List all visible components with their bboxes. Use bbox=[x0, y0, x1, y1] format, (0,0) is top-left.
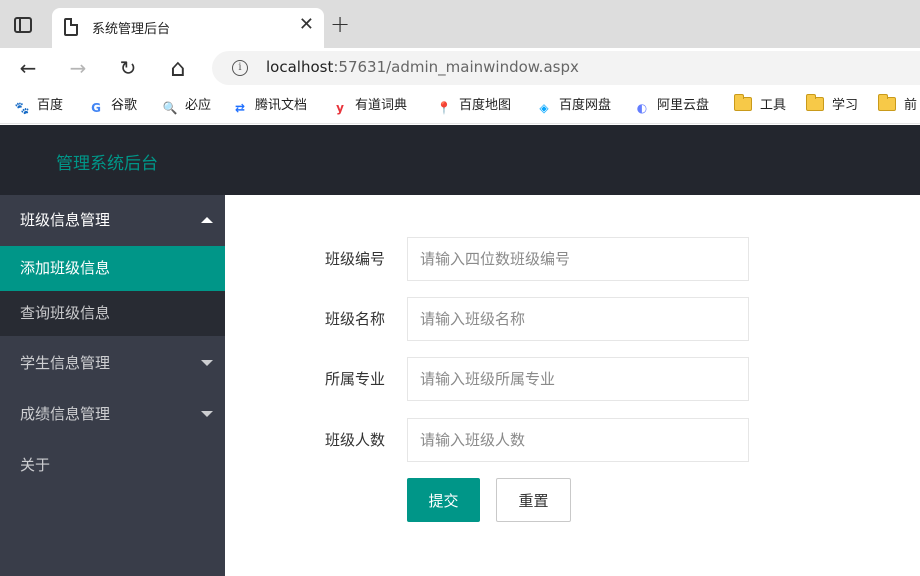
class-name-input[interactable] bbox=[407, 297, 749, 341]
bookmark-label: 阿里云盘 bbox=[657, 98, 710, 113]
page-icon bbox=[64, 18, 78, 36]
bookmark-item[interactable]: ◐ 阿里云盘 bbox=[634, 96, 709, 116]
google-icon: G bbox=[91, 101, 101, 115]
app-title: 管理系统后台 bbox=[56, 154, 158, 174]
bookmark-item[interactable]: G 谷歌 bbox=[88, 96, 137, 116]
form-row-class-size: 班级人数 bbox=[225, 418, 920, 462]
class-id-input[interactable] bbox=[407, 237, 749, 281]
bookmark-label: 谷歌 bbox=[111, 98, 138, 113]
bookmark-label: 百度 bbox=[37, 98, 64, 113]
tencent-docs-icon: ⇄ bbox=[234, 101, 246, 115]
sidebar-item-label: 成绩信息管理 bbox=[20, 405, 111, 423]
app-header: 管理系统后台 bbox=[0, 125, 920, 195]
tab-title: 系统管理后台 bbox=[92, 22, 171, 37]
forward-icon[interactable]: → bbox=[64, 54, 92, 82]
chevron-up-icon bbox=[201, 217, 213, 223]
bookmark-label: 工具 bbox=[760, 98, 787, 113]
bookmark-item[interactable]: 🐾 百度 bbox=[14, 96, 64, 116]
sidebar-item-label: 班级信息管理 bbox=[20, 211, 111, 229]
url-path: :57631/admin_mainwindow.aspx bbox=[333, 58, 579, 76]
bookmark-label: 百度网盘 bbox=[559, 98, 612, 113]
bookmark-item[interactable]: 前 bbox=[878, 94, 918, 116]
chevron-down-icon bbox=[201, 411, 213, 417]
sidebar-item-add-class[interactable]: 添加班级信息 bbox=[0, 246, 225, 291]
address-bar[interactable]: i localhost:57631/admin_mainwindow.aspx bbox=[212, 51, 920, 85]
bookmark-item[interactable]: 学习 bbox=[806, 94, 859, 116]
home-icon[interactable]: ⌂ bbox=[164, 54, 192, 82]
bookmark-item[interactable]: 工具 bbox=[734, 94, 787, 116]
cloud-drive-icon: ◈ bbox=[539, 101, 549, 115]
browser-toolbar: ← → ↻ ⌂ i localhost:57631/admin_mainwind… bbox=[0, 48, 920, 88]
youdao-icon: y bbox=[336, 101, 344, 115]
chevron-down-icon bbox=[201, 360, 213, 366]
bookmark-item[interactable]: 📍 百度地图 bbox=[436, 96, 512, 116]
major-label: 所属专业 bbox=[325, 370, 386, 388]
main-content: 班级编号 班级名称 所属专业 班级人数 提交 重置 bbox=[225, 195, 920, 576]
back-icon[interactable]: ← bbox=[14, 54, 42, 82]
submit-button[interactable]: 提交 bbox=[407, 478, 480, 522]
folder-icon bbox=[734, 94, 752, 111]
browser-tab-strip: 系统管理后台 ✕ + bbox=[0, 0, 920, 48]
sidebar-item-class-management[interactable]: 班级信息管理 bbox=[0, 195, 225, 245]
folder-icon bbox=[878, 94, 896, 111]
sidebar-item-student-management[interactable]: 学生信息管理 bbox=[0, 338, 225, 388]
sidebar-item-about[interactable]: 关于 bbox=[0, 440, 225, 490]
sidebar-toggle-icon[interactable] bbox=[14, 17, 32, 33]
info-icon[interactable]: i bbox=[232, 60, 248, 76]
url-host: localhost bbox=[266, 58, 334, 76]
bookmark-label: 学习 bbox=[832, 98, 859, 113]
close-icon[interactable]: ✕ bbox=[299, 16, 314, 34]
bookmark-label: 腾讯文档 bbox=[255, 98, 308, 113]
search-icon: 🔍 bbox=[162, 101, 178, 115]
sidebar-item-label: 学生信息管理 bbox=[20, 354, 111, 372]
class-size-input[interactable] bbox=[407, 418, 749, 462]
bookmark-label: 百度地图 bbox=[459, 98, 512, 113]
bookmark-label: 有道词典 bbox=[355, 98, 408, 113]
reset-button[interactable]: 重置 bbox=[496, 478, 571, 522]
url-text[interactable]: localhost:57631/admin_mainwindow.aspx bbox=[266, 58, 579, 76]
map-pin-icon: 📍 bbox=[436, 101, 452, 115]
new-tab-icon[interactable]: + bbox=[330, 12, 350, 36]
major-input[interactable] bbox=[407, 357, 749, 401]
class-name-label: 班级名称 bbox=[325, 310, 386, 328]
bookmarks-bar: 🐾 百度 G 谷歌 🔍 必应 ⇄ 腾讯文档 y 有道词典 📍 百度地图 ◈ 百度网盘 ◐ 阿里云盘 工具 学习 前 bbox=[0, 88, 920, 124]
bookmark-item[interactable]: ⇄ 腾讯文档 bbox=[232, 96, 307, 116]
class-id-label: 班级编号 bbox=[325, 250, 386, 268]
baidu-icon: 🐾 bbox=[14, 101, 30, 115]
class-size-label: 班级人数 bbox=[325, 431, 386, 449]
aliyun-drive-icon: ◐ bbox=[636, 101, 648, 115]
bookmark-item[interactable]: ◈ 百度网盘 bbox=[536, 96, 611, 116]
form-row-class-id: 班级编号 bbox=[225, 237, 920, 281]
bookmark-item[interactable]: y 有道词典 bbox=[332, 96, 407, 116]
bookmark-label: 必应 bbox=[185, 98, 212, 113]
bookmark-item[interactable]: 🔍 必应 bbox=[162, 96, 212, 116]
sidebar: 班级信息管理 添加班级信息 查询班级信息 学生信息管理 成绩信息管理 关于 bbox=[0, 195, 225, 576]
sidebar-item-score-management[interactable]: 成绩信息管理 bbox=[0, 389, 225, 439]
folder-icon bbox=[806, 94, 824, 111]
form-row-class-name: 班级名称 bbox=[225, 297, 920, 341]
bookmark-label: 前 bbox=[904, 98, 918, 113]
browser-tab[interactable]: 系统管理后台 ✕ bbox=[52, 8, 324, 48]
reload-icon[interactable]: ↻ bbox=[114, 54, 142, 82]
sidebar-item-query-class[interactable]: 查询班级信息 bbox=[0, 291, 225, 336]
form-row-major: 所属专业 bbox=[225, 357, 920, 401]
